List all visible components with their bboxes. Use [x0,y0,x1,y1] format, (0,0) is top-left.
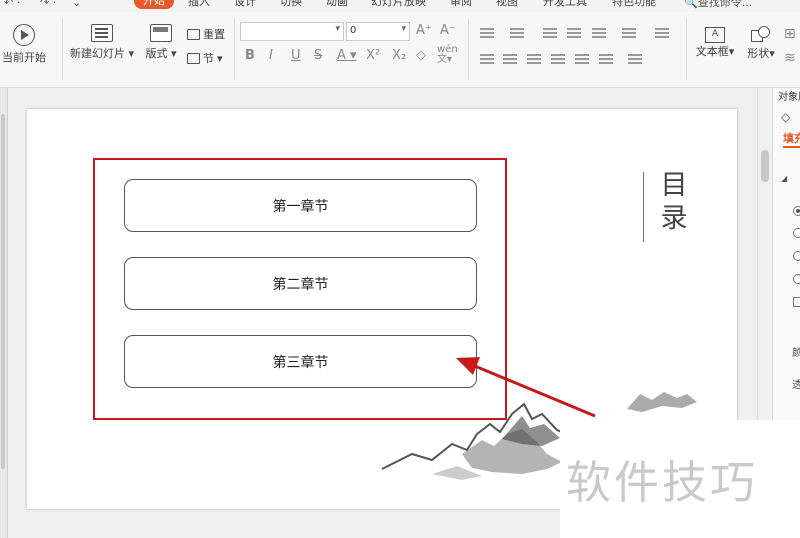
tab-view[interactable]: 视图 [496,0,518,10]
layout-button[interactable]: 版式 ▾ [144,24,178,61]
tab-insert[interactable]: 插入 [188,0,210,10]
decrease-indent-icon[interactable] [543,28,557,38]
customize-quick-access-icon[interactable]: ⌄ [72,0,81,9]
font-family-select[interactable]: ▾ [240,22,344,41]
bullet-list-icon[interactable] [480,28,494,38]
slide-thumbnail-pane[interactable] [0,88,8,538]
command-search-label: 查找命令... [697,0,753,9]
align-text-icon[interactable] [622,28,636,38]
tab-transitions[interactable]: 切换 [280,0,302,10]
line-spacing-icon[interactable] [655,28,669,38]
reset-icon [187,28,200,40]
text-direction-icon[interactable] [592,28,606,38]
tab-home[interactable]: 开始 [134,0,174,9]
panel-title: 对象属 [778,92,800,103]
superscript-icon[interactable]: X² [366,48,380,63]
new-slide-button[interactable]: 新建幻灯片 ▾ [70,24,134,61]
tab-developer[interactable]: 开发工具 [543,0,587,10]
start-from-current-label: 当前开始 [2,51,46,64]
increase-indent-icon[interactable] [567,28,581,38]
tab-review[interactable]: 审阅 [450,0,472,10]
toc-title[interactable]: 目 录 [656,169,692,235]
font-color-icon[interactable]: A ▾ [337,48,357,63]
layers-icon[interactable]: ≋ [784,50,796,66]
chevron-down-icon: ▾ [401,24,406,34]
subscript-icon[interactable]: X₂ [392,48,406,63]
tab-fill[interactable]: 填充 [783,130,800,146]
shape-icon [751,26,771,42]
play-icon [13,24,35,46]
justify-icon[interactable] [551,54,565,64]
fill-option-radio-1[interactable] [793,206,800,216]
chevron-down-icon: ▾ [335,24,340,34]
shape-button[interactable]: 形状▾ [744,26,778,61]
watermark-text: 软件技巧 [566,456,759,509]
text-box-button[interactable]: A 文本框▾ [694,26,736,59]
search-icon: 🔍 [684,0,698,9]
section-button[interactable]: 节 ▾ [187,50,223,66]
title-divider-line [643,172,644,242]
fill-option-radio-2[interactable] [793,228,800,238]
layout-label: 版式 [145,47,168,60]
font-size-select[interactable]: 0 ▾ [346,22,410,41]
new-slide-icon [91,24,113,42]
tab-special-features[interactable]: 特色功能 [612,0,656,10]
chapter-box-3[interactable]: 第三章节 [124,335,477,388]
scrollbar-thumb[interactable] [761,150,769,182]
section-icon [187,52,200,64]
reset-label: 重置 [203,28,225,41]
reset-button[interactable]: 重置 [187,26,225,42]
fill-option-checkbox[interactable] [793,297,800,307]
start-from-current-button[interactable]: 当前开始 [0,24,48,65]
align-left-icon[interactable] [480,54,494,64]
tab-animations[interactable]: 动画 [326,0,348,10]
command-search[interactable]: 🔍查找命令... [684,0,752,10]
phonetic-guide-icon[interactable]: wén 文▾ [437,45,458,65]
font-size-value: 0 [350,25,357,36]
strikethrough-icon[interactable]: S [314,48,322,63]
transparency-label: 透 [792,376,800,391]
toc-title-char-1: 目 [660,170,688,201]
underline-icon[interactable]: U [291,48,301,63]
ribbon-divider [62,18,63,80]
toc-title-char-2: 录 [660,203,688,234]
shape-label: 形状 [747,47,770,60]
ribbon-divider [468,18,469,80]
expand-triangle-icon[interactable]: ◢ [781,174,787,183]
paragraph-spacing-icon[interactable] [628,54,642,64]
align-right-icon[interactable] [527,54,541,64]
increase-font-icon[interactable]: A⁺ [416,23,432,38]
active-tab-underline [783,146,800,148]
menu-bar: ↶ · ↷ · ⌄ 开始 插入 设计 切换 动画 幻灯片放映 审阅 视图 开发工… [0,0,800,12]
thumbnail-scrollbar[interactable] [1,114,5,469]
italic-icon[interactable]: I [269,48,273,63]
text-box-label: 文本框 [695,45,729,58]
section-label: 节 [203,52,214,65]
new-slide-label: 新建幻灯片 [70,47,125,60]
redo-icon[interactable]: ↷ · [40,0,56,9]
numbered-list-icon[interactable] [510,28,524,38]
ribbon-toolbar: 当前开始 新建幻灯片 ▾ 版式 ▾ 重置 节 ▾ ▾ 0 ▾ A⁺ A⁻ B I … [0,12,800,88]
columns-icon[interactable] [599,54,613,64]
fill-option-radio-4[interactable] [793,274,800,284]
fill-option-radio-3[interactable] [793,251,800,261]
ribbon-divider [686,18,687,80]
clear-format-icon[interactable]: ◇ [416,48,426,63]
ribbon-divider [234,18,235,80]
fill-bucket-icon[interactable]: ◇ [781,110,790,124]
decrease-font-icon[interactable]: A⁻ [440,23,456,38]
tab-design[interactable]: 设计 [234,0,256,10]
chapter-box-2[interactable]: 第二章节 [124,257,477,310]
text-box-icon: A [705,27,725,43]
chapter-box-1[interactable]: 第一章节 [124,179,477,232]
bold-icon[interactable]: B [245,48,255,63]
arrange-icon[interactable]: ⊞ [784,26,796,42]
distribute-icon[interactable] [575,54,589,64]
undo-icon[interactable]: ↶ · [4,0,20,9]
align-center-icon[interactable] [503,54,517,64]
layout-icon [150,24,172,42]
tab-slideshow[interactable]: 幻灯片放映 [371,0,426,10]
color-label: 颜 [792,344,800,359]
